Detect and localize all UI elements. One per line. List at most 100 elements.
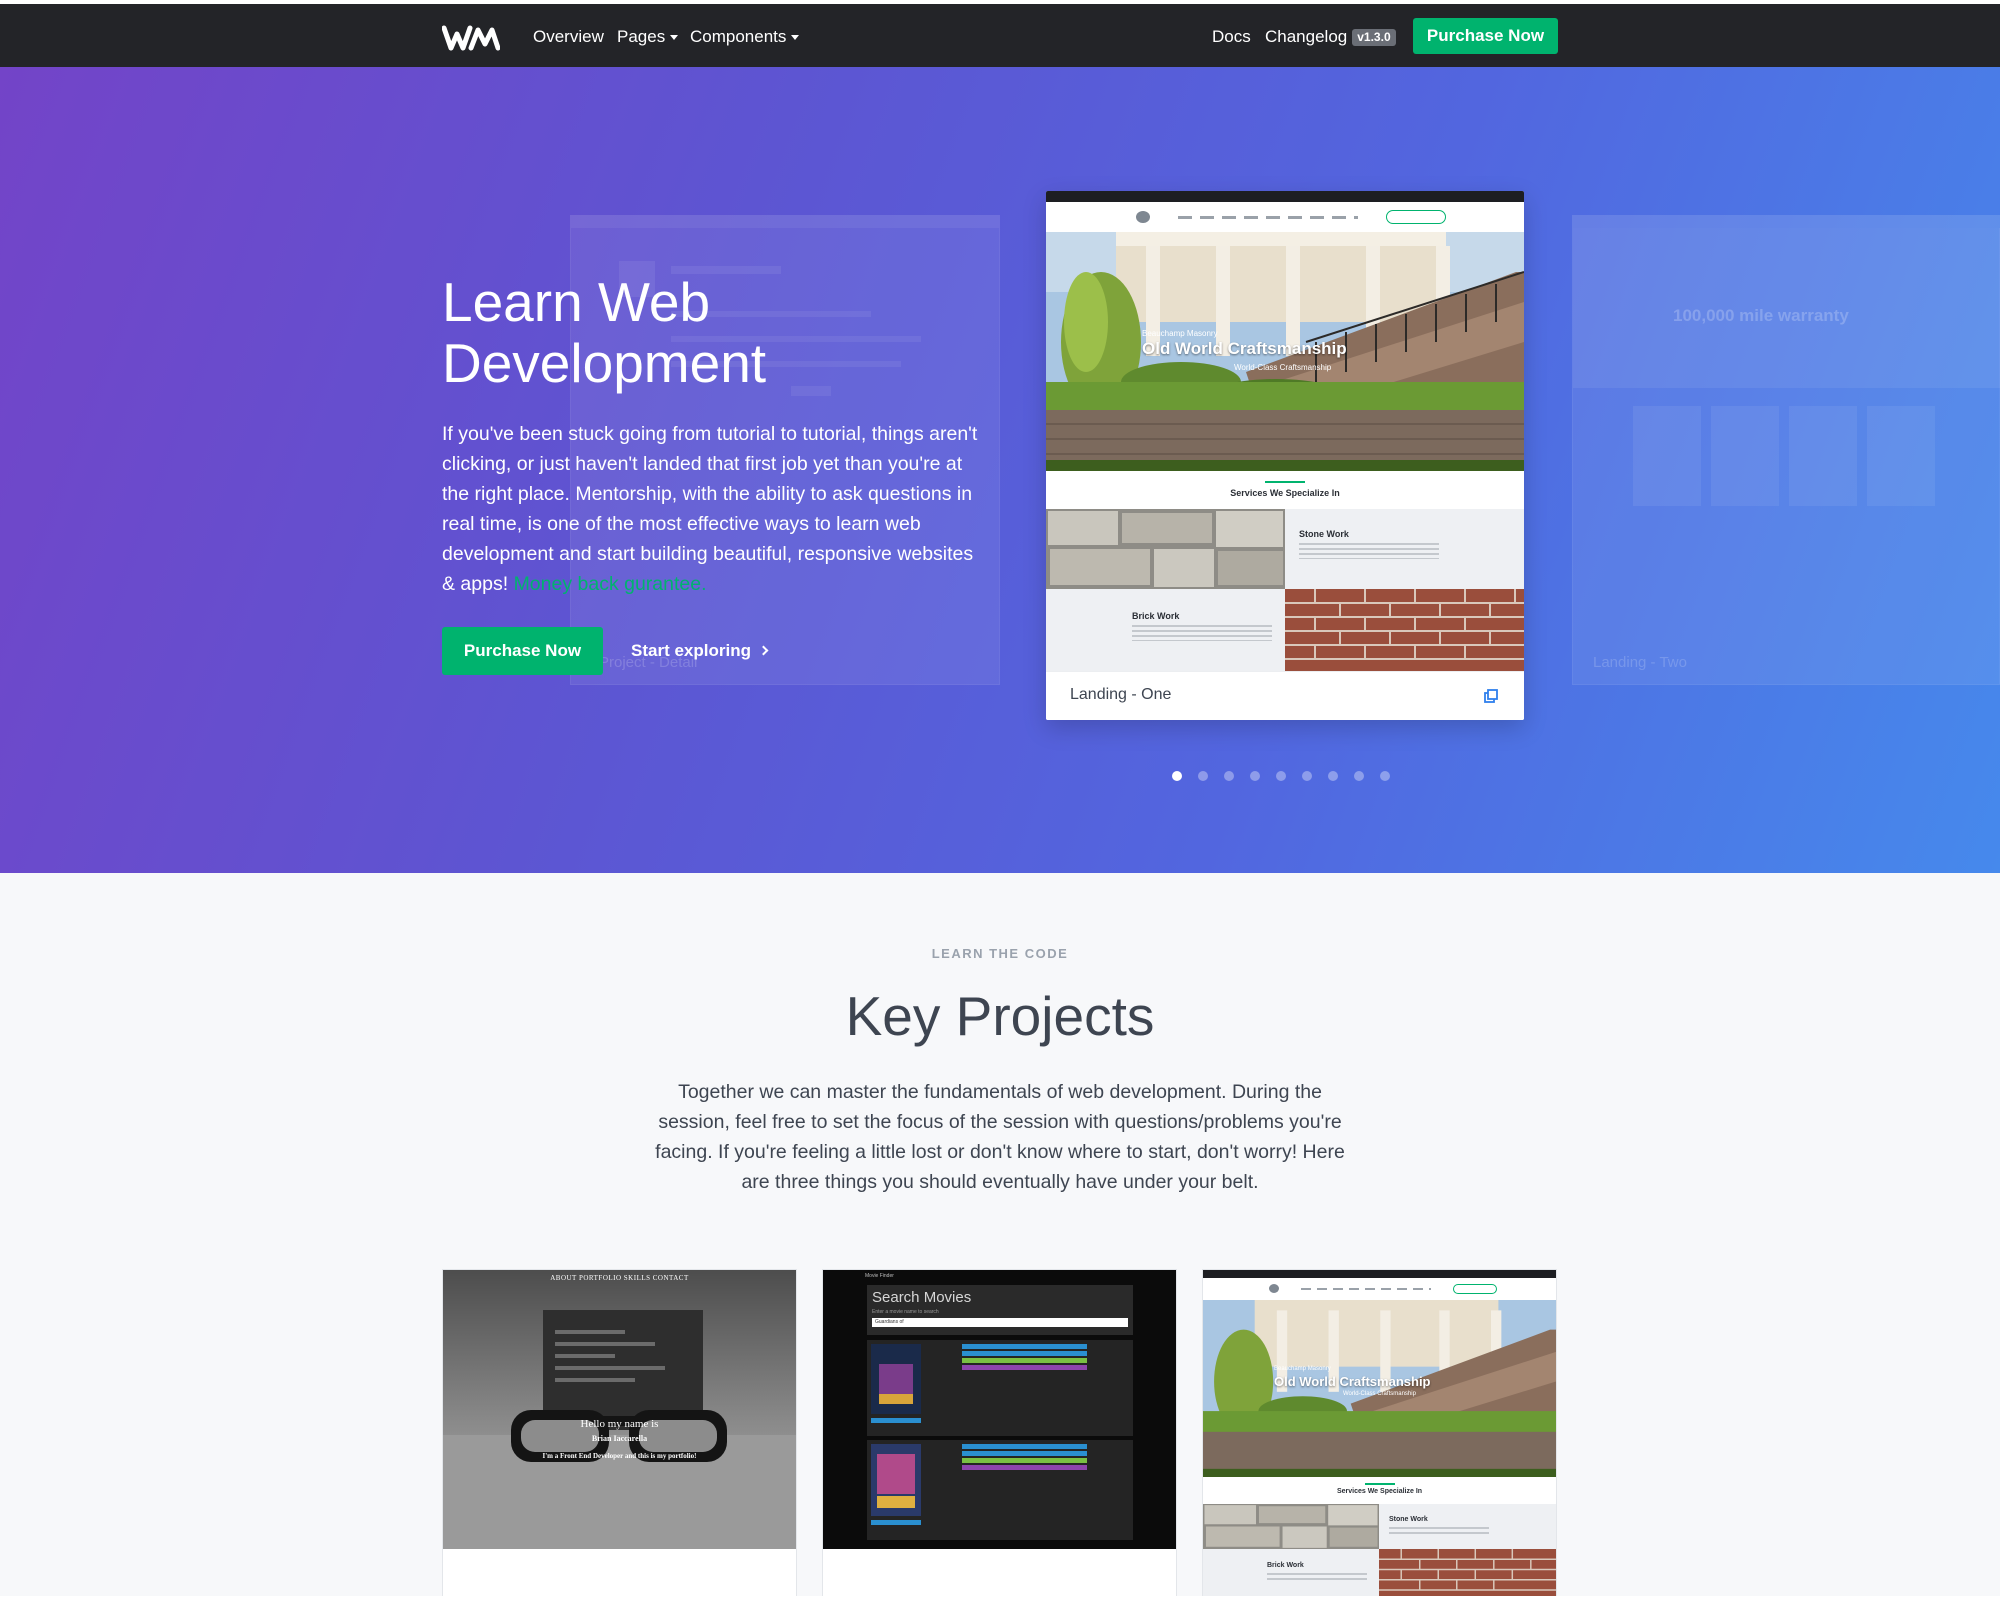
hero-title: Learn Web Development [442,271,767,394]
brick-texture [1285,589,1524,671]
portfolio-nav: ABOUT PORTFOLIO SKILLS CONTACT [550,1274,689,1282]
nav-components-label: Components [690,27,787,46]
movie-search-heading: Search Movies [872,1289,972,1306]
movie-info-bar [962,1351,1087,1356]
money-back-link[interactable]: Money back gurantee. [514,573,707,595]
movie-info-bar [962,1451,1087,1456]
ghost-slide-right: 100,000 mile warranty Landing - Two [1572,215,2000,685]
movie-info-bar [962,1358,1087,1363]
movie-search-hint: Enter a movie name to search [872,1309,939,1315]
nav-changelog-link[interactable]: Changelog v1.3.0 [1265,25,1396,49]
external-link-icon[interactable] [1483,688,1499,704]
text-lines [1299,543,1439,559]
hero-purchase-button[interactable]: Purchase Now [442,627,603,675]
movie-info-bar [962,1344,1087,1349]
section-description: Together we can master the fundamentals … [655,1081,1345,1193]
carousel-dot-4[interactable] [1250,771,1260,781]
carousel-dot-2[interactable] [1198,771,1208,781]
version-badge: v1.3.0 [1352,29,1396,46]
section-eyebrow: LEARN THE CODE [931,946,1069,961]
hero-description-text: If you've been stuck going from tutorial… [442,423,978,595]
landing-banner-subtitle: Beauchamp Masonry [1274,1366,1331,1372]
movie-result-1 [867,1340,1133,1436]
stone-work-box: Stone Work [1379,1504,1556,1549]
text-lines [1389,1527,1489,1537]
nav-overview-link[interactable]: Overview [533,25,604,49]
services-strip: Services We Specialize In [1046,471,1524,509]
slide-banner-tagline: World-Class Craftsmanship [1234,363,1332,372]
ghost-thumb [1633,406,1701,506]
brick-work-box: Brick Work [1203,1549,1379,1596]
text-lines [1267,1573,1367,1583]
ghost-right-label: Landing - Two [1593,654,1687,671]
project-card-portfolio[interactable]: ABOUT PORTFOLIO SKILLS CONTACT Hello my … [442,1269,797,1596]
slide-services-heading: Services We Specialize In [1230,488,1340,498]
navbar: Overview Pages Components Docs Changelog… [0,4,2000,67]
start-exploring-link[interactable]: Start exploring [631,638,769,664]
carousel-dot-3[interactable] [1224,771,1234,781]
movie-search-query: Guardians of [875,1319,904,1325]
slide-footer: Landing - One [1046,671,1524,720]
project-card-landing[interactable]: Beauchamp Masonry Old World Craftsmanshi… [1202,1269,1557,1596]
movie-topbar: Movie Finder [865,1273,894,1279]
carousel-dot-8[interactable] [1354,771,1364,781]
nav-overview-label: Overview [533,27,604,46]
mini-navbar [1046,202,1524,232]
chevron-right-icon [758,645,769,656]
mini-navbar [1203,1278,1556,1300]
carousel-dot-5[interactable] [1276,771,1286,781]
carousel-slide-card[interactable]: Beauchamp Masonry Old World Craftsmanshi… [1046,191,1524,720]
movie-search-panel: Search Movies Enter a movie name to sear… [867,1285,1133,1335]
section-title: Key Projects [845,985,1155,1047]
movie-info-bar [962,1365,1087,1370]
carousel-dot-1[interactable] [1172,771,1182,781]
caret-down-icon [791,35,800,41]
brick-work-box: Brick Work [1046,589,1285,671]
text-lines [1132,625,1272,641]
movie-details-button [871,1418,921,1423]
portfolio-name: Brian Iaccarella [591,1434,648,1443]
mini-menu [1178,216,1358,219]
ghost-slide-topbar [1573,216,1999,228]
nav-pages-label: Pages [617,27,666,46]
carousel-dot-7[interactable] [1328,771,1338,781]
mini-accent-line [1265,481,1305,483]
carousel-dot-9[interactable] [1380,771,1390,781]
nav-docs-label: Docs [1212,27,1251,46]
landing-services-heading: Services We Specialize In [1336,1488,1423,1495]
mini-cta-pill [1453,1284,1497,1294]
nav-docs-link[interactable]: Docs [1212,25,1251,49]
stone-work-box: Stone Work [1285,509,1524,589]
slide-label: Landing - One [1070,686,1172,703]
mini-menu [1301,1288,1431,1290]
nav-purchase-button[interactable]: Purchase Now [1413,18,1558,54]
project-card-movie-finder[interactable]: Movie Finder Search Movies Enter a movie… [822,1269,1177,1596]
services-strip: Services We Specialize In [1203,1477,1556,1504]
movie-search-input: Guardians of [872,1318,1128,1327]
stone-texture [1203,1504,1379,1549]
ghost-right-headline: 100,000 mile warranty [1673,306,1849,325]
ghost-slide-topbar [571,216,999,228]
movie-poster-icon [871,1344,921,1414]
hero-description: If you've been stuck going from tutorial… [442,419,990,599]
hero-section: Project - Detail 100,000 mile warranty L… [0,67,2000,873]
nav-pages-dropdown[interactable]: Pages [617,25,679,49]
brick-texture [1379,1549,1556,1596]
portfolio-hello: Hello my name is [580,1418,659,1430]
mini-topbar [1203,1270,1556,1278]
caret-down-icon [670,35,679,41]
movie-info-bar [962,1465,1087,1470]
landing-banner-tagline: World-Class Craftsmanship [1343,1391,1416,1397]
slide-service-brick: Brick Work [1132,611,1180,621]
slide-service-stone: Stone Work [1299,529,1349,539]
landing-banner-title: Old World Craftsmanship [1274,1374,1431,1389]
mini-logo-icon [1136,211,1150,223]
movie-info-bar [962,1458,1087,1463]
ghost-thumb [1711,406,1779,506]
wm-logo-icon[interactable] [442,25,500,51]
landing-screenshot: Beauchamp Masonry Old World Craftsmanshi… [1203,1270,1556,1549]
carousel-dot-6[interactable] [1302,771,1312,781]
movie-poster-icon [871,1444,921,1516]
nav-components-dropdown[interactable]: Components [690,25,800,49]
slide-banner-subtitle: Beauchamp Masonry [1142,329,1218,338]
